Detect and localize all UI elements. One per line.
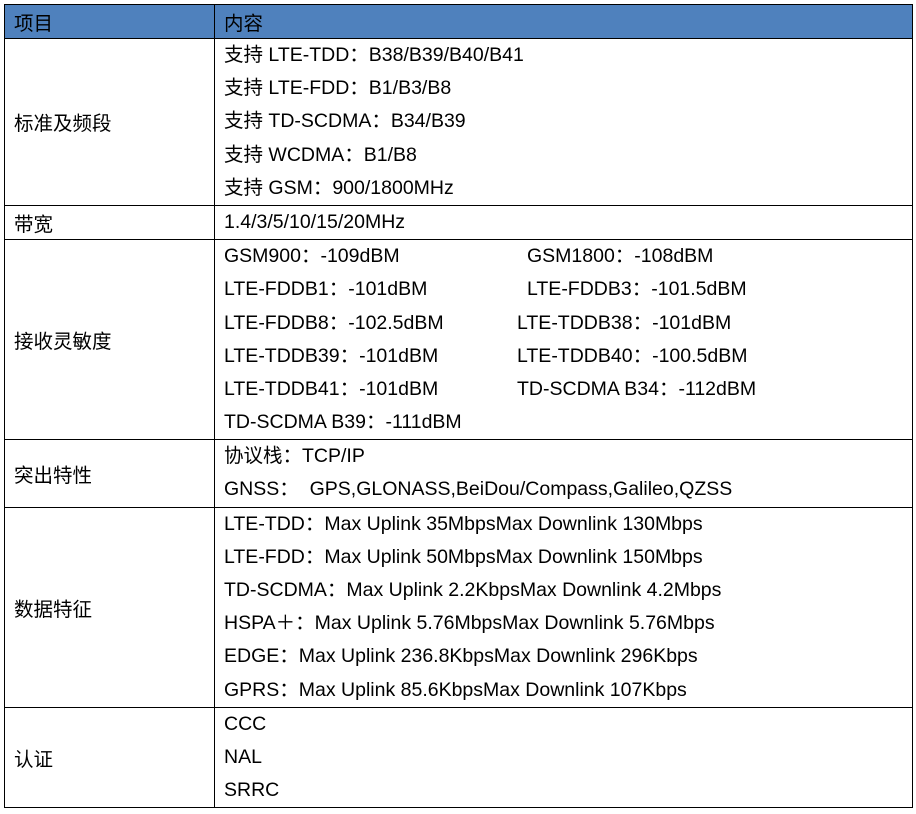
sensitivity-value: LTE-TDDB38：-101dBM — [517, 311, 732, 334]
content-line: 支持 TD-SCDMA：B34/B39 — [224, 110, 466, 133]
sensitivity-line: LTE-FDDB8：-102.5dBM LTE-TDDB38：-101dBM — [224, 307, 912, 340]
sensitivity-value: TD-SCDMA B34：-112dBM — [517, 377, 757, 400]
content-line: LTE-TDD：Max Uplink 35MbpsMax Downlink 13… — [224, 512, 703, 535]
row-content: GSM900：-109dBM GSM1800：-108dBM LTE-FDDB1… — [214, 239, 913, 441]
row-label: 带宽 — [4, 204, 215, 241]
row-content: 1.4/3/5/10/15/20MHz — [214, 204, 913, 241]
content-line: SRRC — [224, 779, 280, 802]
sensitivity-value: LTE-FDDB1：-101dBM — [224, 278, 428, 301]
row-label: 接收灵敏度 — [4, 239, 215, 441]
sensitivity-value: LTE-FDDB8：-102.5dBM — [224, 311, 444, 334]
sensitivity-value: GSM1800：-108dBM — [527, 245, 714, 268]
table-row: 认证 CCC NAL SRRC — [4, 706, 913, 809]
content-line: HSPA＋：Max Uplink 5.76MbpsMax Downlink 5.… — [224, 612, 715, 635]
row-content: 协议栈：TCP/IP GNSS： GPS,GLONASS,BeiDou/Comp… — [214, 439, 913, 508]
row-content: LTE-TDD：Max Uplink 35MbpsMax Downlink 13… — [214, 506, 913, 708]
sensitivity-line: LTE-TDDB39：-101dBM LTE-TDDB40：-100.5dBM — [224, 340, 912, 373]
sensitivity-line: LTE-FDDB1：-101dBM LTE-FDDB3：-101.5dBM — [224, 273, 912, 306]
row-label: 数据特征 — [4, 506, 215, 708]
sensitivity-line: TD-SCDMA B39：-111dBM — [224, 411, 462, 434]
table-row: 数据特征 LTE-TDD：Max Uplink 35MbpsMax Downli… — [4, 506, 913, 708]
row-content: CCC NAL SRRC — [214, 706, 913, 809]
table-row: 标准及频段 支持 LTE-TDD：B38/B39/B40/B41 支持 LTE-… — [4, 38, 913, 206]
content-line: 支持 LTE-FDD：B1/B3/B8 — [224, 77, 452, 100]
sensitivity-line: GSM900：-109dBM GSM1800：-108dBM — [224, 240, 912, 273]
row-label: 标准及频段 — [4, 38, 215, 206]
sensitivity-value: LTE-TDDB39：-101dBM — [224, 344, 439, 367]
sensitivity-value: LTE-FDDB3：-101.5dBM — [527, 278, 747, 301]
content-line: CCC — [224, 712, 267, 735]
header-item: 项目 — [4, 4, 215, 39]
sensitivity-value: GSM900：-109dBM — [224, 245, 400, 268]
sensitivity-value: LTE-TDDB40：-100.5dBM — [517, 344, 748, 367]
header-content: 内容 — [214, 4, 913, 39]
spec-table: 项目 内容 标准及频段 支持 LTE-TDD：B38/B39/B40/B41 支… — [4, 4, 913, 809]
content-line: 支持 GSM：900/1800MHz — [224, 176, 454, 199]
content-line: GPRS：Max Uplink 85.6KbpsMax Downlink 107… — [224, 678, 687, 701]
row-label: 突出特性 — [4, 439, 215, 508]
content-line: EDGE：Max Uplink 236.8KbpsMax Downlink 29… — [224, 645, 698, 668]
table-row: 带宽 1.4/3/5/10/15/20MHz — [4, 204, 913, 241]
table-row: 突出特性 协议栈：TCP/IP GNSS： GPS,GLONASS,BeiDou… — [4, 439, 913, 508]
sensitivity-line: LTE-TDDB41：-101dBM TD-SCDMA B34：-112dBM — [224, 373, 912, 406]
row-content: 支持 LTE-TDD：B38/B39/B40/B41 支持 LTE-FDD：B1… — [214, 38, 913, 206]
table-header-row: 项目 内容 — [4, 4, 913, 39]
content-line: TD-SCDMA：Max Uplink 2.2KbpsMax Downlink … — [224, 579, 722, 601]
content-line: LTE-FDD：Max Uplink 50MbpsMax Downlink 15… — [224, 545, 703, 568]
content-line: 协议栈：TCP/IP — [224, 445, 365, 468]
content-line: 支持 LTE-TDD：B38/B39/B40/B41 — [224, 44, 524, 66]
table-row: 接收灵敏度 GSM900：-109dBM GSM1800：-108dBM LTE… — [4, 239, 913, 441]
sensitivity-value: LTE-TDDB41：-101dBM — [224, 377, 439, 400]
row-label: 认证 — [4, 706, 215, 809]
content-line: NAL — [224, 745, 262, 768]
content-line: 支持 WCDMA：B1/B8 — [224, 143, 417, 166]
content-line: GNSS： GPS,GLONASS,BeiDou/Compass,Galileo… — [224, 478, 733, 501]
content-line: 1.4/3/5/10/15/20MHz — [224, 210, 406, 233]
